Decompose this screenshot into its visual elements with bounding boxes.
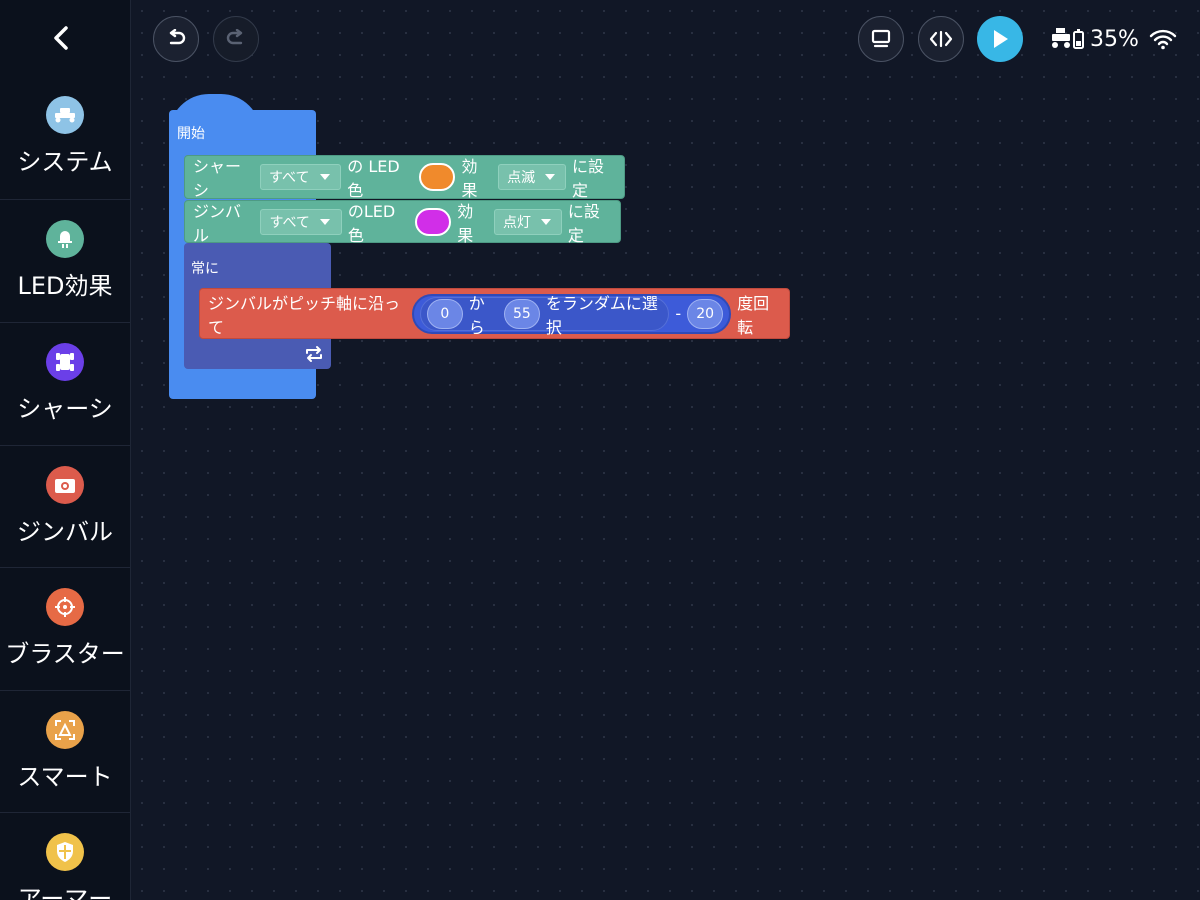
- gimbal-rotate-suffix: 度回転: [737, 293, 770, 337]
- gimbal-led-label: のLED色: [347, 201, 396, 245]
- chevron-down-icon: [541, 218, 551, 225]
- robot-icon: [46, 96, 84, 134]
- crosshair-icon: [46, 588, 84, 626]
- screen-icon: [871, 29, 891, 48]
- screen-button[interactable]: [858, 16, 904, 62]
- battery-level: 35%: [1090, 26, 1139, 52]
- start-label: 開始: [177, 126, 205, 142]
- led-icon: [46, 220, 84, 258]
- chassis-icon: [46, 343, 84, 381]
- camera-icon: [46, 466, 84, 504]
- category-label: スマート: [17, 763, 113, 791]
- back-button[interactable]: [42, 18, 82, 58]
- redo-icon: [226, 29, 243, 45]
- subtract-value-input[interactable]: 20: [687, 298, 724, 329]
- run-button[interactable]: [977, 16, 1023, 62]
- random-label: をランダムに選択: [545, 293, 658, 337]
- chassis-part-value: すべて: [269, 170, 310, 186]
- undo-icon: [169, 29, 186, 45]
- category-label: ジンバル: [17, 518, 113, 546]
- category-gimbal[interactable]: ジンバル: [0, 445, 130, 568]
- gimbal-part-dropdown[interactable]: すべて: [260, 208, 342, 235]
- category-label: システム: [17, 148, 113, 176]
- random-from-label: から: [468, 293, 485, 337]
- category-system[interactable]: システム: [0, 76, 130, 198]
- random-block[interactable]: 0 から 55 をランダムに選択: [419, 294, 670, 337]
- gimbal-effect-dropdown[interactable]: 点灯: [494, 208, 562, 235]
- smart-icon: [46, 711, 84, 749]
- status-area: 35%: [1050, 24, 1177, 54]
- chassis-set-label: に設定: [571, 157, 604, 200]
- category-blaster[interactable]: ブラスター: [0, 567, 130, 690]
- chassis-label: シャーシ: [193, 157, 242, 200]
- category-sidebar: システム LED効果 シャーシ ジンバル ブラスター スマート アーマー: [0, 0, 131, 900]
- undo-button[interactable]: [153, 16, 199, 62]
- category-chassis[interactable]: シャーシ: [0, 322, 130, 445]
- random-to-input[interactable]: 55: [503, 298, 540, 329]
- play-icon: [994, 30, 1008, 48]
- code-button[interactable]: [918, 16, 964, 62]
- chassis-effect-value: 点滅: [507, 170, 536, 186]
- gimbal-effect-value: 点灯: [503, 214, 531, 231]
- category-armor[interactable]: アーマー: [0, 812, 130, 900]
- category-label: アーマー: [17, 885, 113, 900]
- category-smart[interactable]: スマート: [0, 690, 130, 813]
- chassis-led-block[interactable]: シャーシ すべて の LED色 効果 点滅 に設定: [184, 155, 625, 200]
- category-label: LED効果: [17, 272, 113, 300]
- repeat-icon: [306, 346, 322, 362]
- robot-battery-icon: [1052, 28, 1084, 49]
- shield-icon: [46, 833, 84, 871]
- gimbal-led-block[interactable]: ジンバル すべて のLED色 効果 点灯 に設定: [184, 200, 621, 245]
- chassis-part-dropdown[interactable]: すべて: [260, 164, 342, 190]
- gimbal-rotate-prefix: ジンバルがピッチ軸に沿って: [208, 293, 401, 337]
- category-label: ブラスター: [5, 640, 125, 668]
- code-icon: [929, 30, 953, 48]
- chevron-left-icon: [54, 26, 68, 50]
- chevron-down-icon: [545, 174, 556, 180]
- chevron-down-icon: [319, 174, 330, 180]
- forever-label: 常に: [191, 261, 219, 277]
- gimbal-label: ジンバル: [193, 201, 242, 245]
- chevron-down-icon: [319, 218, 330, 225]
- subtract-operator-block[interactable]: 0 から 55 をランダムに選択 - 20: [411, 293, 732, 337]
- minus-label: -: [675, 304, 682, 323]
- random-from-input[interactable]: 0: [426, 298, 463, 329]
- gimbal-rotate-block[interactable]: ジンバルがピッチ軸に沿って 0 から 55 をランダムに選択 - 20 度回転: [199, 288, 790, 339]
- gimbal-set-label: に設定: [567, 201, 600, 245]
- chassis-led-label: の LED色: [347, 157, 400, 200]
- chassis-effect-dropdown[interactable]: 点滅: [498, 164, 566, 190]
- category-led[interactable]: LED効果: [0, 199, 130, 322]
- chassis-effect-label: 効果: [461, 157, 478, 200]
- chassis-color-picker[interactable]: [418, 163, 456, 191]
- gimbal-effect-label: 効果: [457, 201, 474, 245]
- wifi-icon: [1149, 29, 1177, 50]
- gimbal-part-value: すべて: [269, 214, 310, 231]
- category-label: シャーシ: [17, 395, 113, 423]
- gimbal-color-picker[interactable]: [414, 207, 452, 236]
- redo-button[interactable]: [213, 16, 259, 62]
